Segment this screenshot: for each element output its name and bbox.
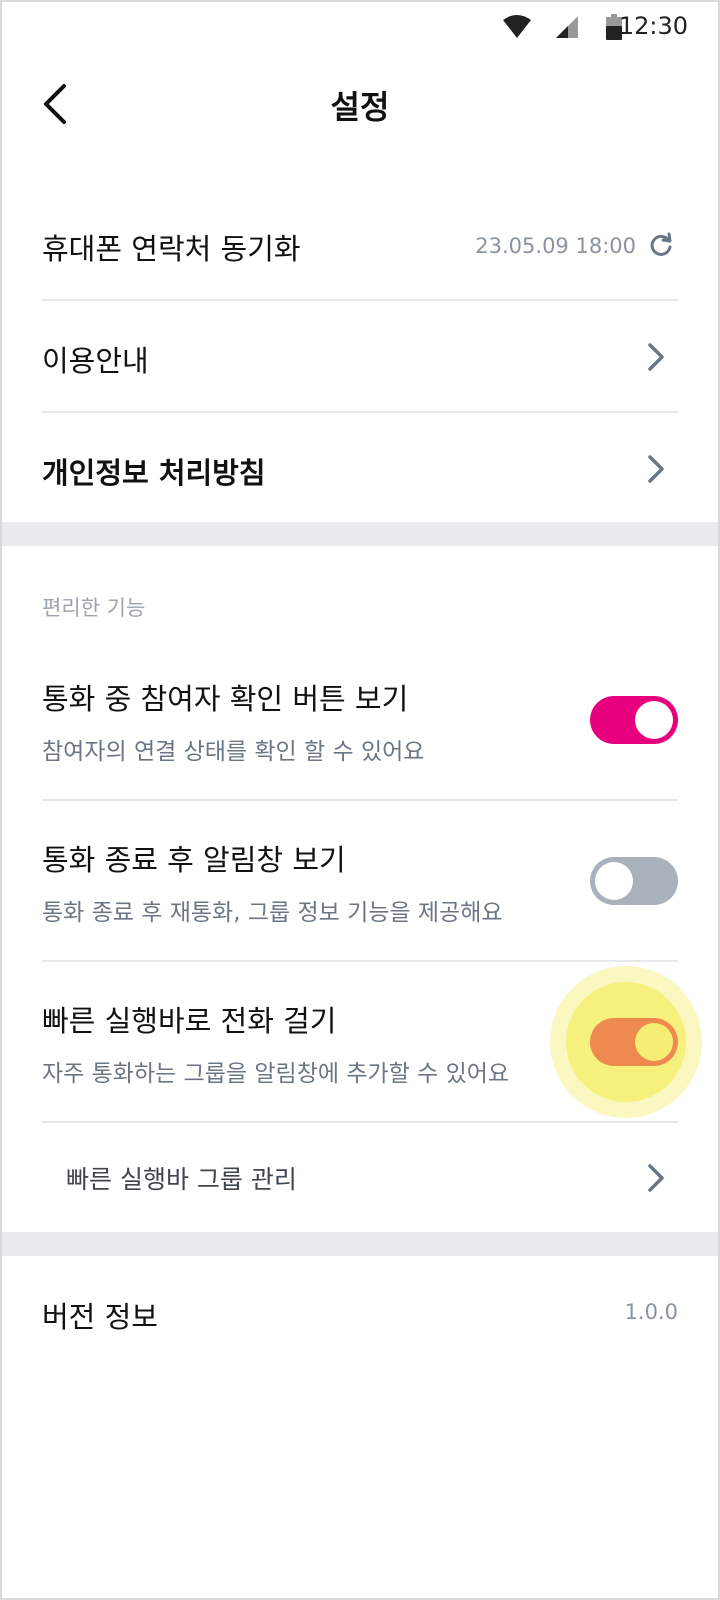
divider: [42, 299, 678, 301]
version-label: 버전 정보: [42, 1300, 158, 1334]
quick-launch-toggle[interactable]: [590, 1018, 678, 1066]
toggle-knob: [635, 701, 673, 739]
refresh-icon[interactable]: [648, 232, 674, 258]
feature-participant-button-row: 통화 중 참여자 확인 버튼 보기 참여자의 연결 상태를 확인 할 수 있어요: [42, 674, 678, 774]
status-bar: 12:30: [2, 2, 718, 52]
divider: [42, 799, 678, 801]
page-title: 설정: [330, 88, 390, 126]
divider: [42, 960, 678, 962]
divider: [42, 411, 678, 413]
feature-description: 참여자의 연결 상태를 확인 할 수 있어요: [42, 739, 425, 765]
last-sync-time: 23.05.09 18:00: [475, 234, 636, 258]
end-call-alert-toggle[interactable]: [590, 857, 678, 905]
chevron-right-icon: [646, 454, 666, 484]
quick-launch-group-manage-label: 빠른 실행바 그룹 관리: [66, 1165, 297, 1194]
feature-description: 자주 통화하는 그룹을 알림창에 추가할 수 있어요: [42, 1061, 510, 1087]
feature-label: 통화 종료 후 알림창 보기: [42, 843, 346, 877]
status-time: 12:30: [618, 12, 688, 40]
wifi-icon: [502, 14, 532, 44]
toggle-knob: [635, 1023, 673, 1061]
version-row: 버전 정보 1.0.0: [42, 1282, 678, 1342]
usage-guide-row[interactable]: 이용안내: [42, 324, 678, 390]
feature-end-call-alert-row: 통화 종료 후 알림창 보기 통화 종료 후 재통화, 그룹 정보 기능을 제공…: [42, 835, 678, 935]
toggle-knob: [595, 862, 633, 900]
feature-label: 빠른 실행바로 전화 걸기: [42, 1004, 337, 1038]
privacy-policy-label: 개인정보 처리방침: [42, 456, 266, 490]
section-gap: [2, 1232, 718, 1256]
contact-sync-label: 휴대폰 연락처 동기화: [42, 232, 301, 266]
section-header-features: 편리한 기능: [42, 596, 146, 620]
usage-guide-label: 이용안내: [42, 344, 149, 378]
feature-quick-launch-row: 빠른 실행바로 전화 걸기 자주 통화하는 그룹을 알림창에 추가할 수 있어요: [42, 996, 678, 1096]
divider: [42, 1121, 678, 1123]
version-value: 1.0.0: [624, 1300, 678, 1324]
quick-launch-group-manage-row[interactable]: 빠른 실행바 그룹 관리: [42, 1148, 678, 1208]
privacy-policy-row[interactable]: 개인정보 처리방침: [42, 436, 678, 502]
participant-button-toggle[interactable]: [590, 696, 678, 744]
chevron-right-icon: [646, 1163, 666, 1193]
feature-label: 통화 중 참여자 확인 버튼 보기: [42, 682, 409, 716]
settings-screen: 12:30 설정 휴대폰 연락처 동기화 23.05.09 18:00 이용안내…: [0, 0, 720, 1600]
signal-icon: [554, 14, 580, 44]
chevron-right-icon: [646, 342, 666, 372]
app-header: 설정: [2, 62, 718, 152]
feature-description: 통화 종료 후 재통화, 그룹 정보 기능을 제공해요: [42, 900, 503, 926]
contact-sync-row[interactable]: 휴대폰 연락처 동기화 23.05.09 18:00: [42, 212, 678, 278]
section-gap: [2, 522, 718, 546]
